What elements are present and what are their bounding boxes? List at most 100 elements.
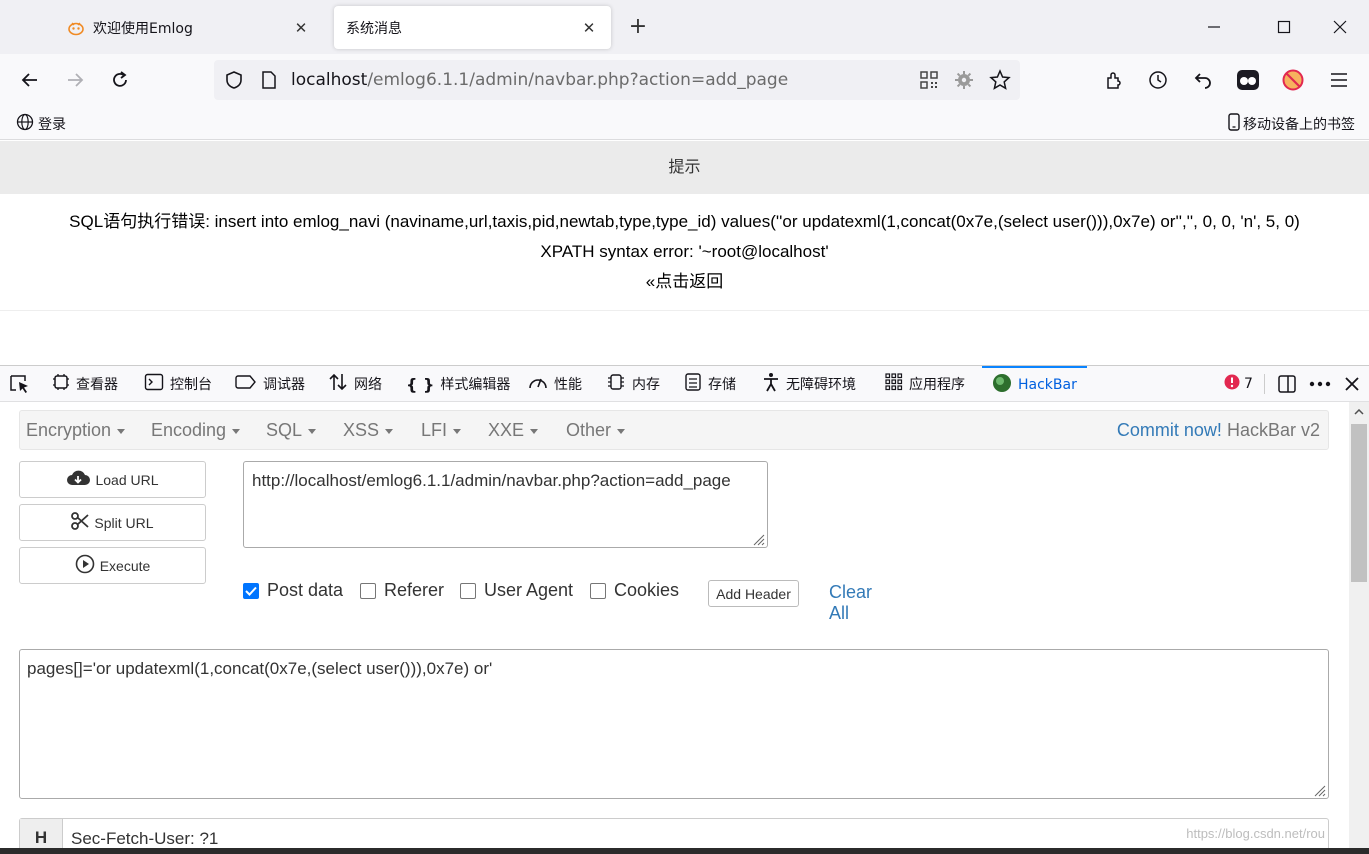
error-count: 7 xyxy=(1244,376,1253,392)
close-tab-icon[interactable]: ✕ xyxy=(291,19,311,37)
close-devtools-icon[interactable] xyxy=(1344,366,1360,402)
url-bar[interactable]: localhost/emlog6.1.1/admin/navbar.php?ac… xyxy=(214,60,1020,100)
tool-performance[interactable]: 性能 xyxy=(528,366,582,402)
user-agent-option[interactable]: User Agent xyxy=(460,580,573,601)
error-icon xyxy=(1224,374,1240,394)
menu-encryption[interactable]: Encryption xyxy=(26,420,126,441)
menu-xss[interactable]: XSS xyxy=(343,420,394,441)
tool-label: 内存 xyxy=(632,377,660,393)
caret-down-icon xyxy=(385,428,394,434)
forward-arrow-icon[interactable] xyxy=(59,65,91,95)
scrollbar-thumb[interactable] xyxy=(1351,424,1367,582)
resize-grip-icon[interactable] xyxy=(751,531,765,546)
tool-label: 性能 xyxy=(554,377,582,393)
menu-label: Encoding xyxy=(151,420,227,440)
maximize-icon[interactable] xyxy=(1264,12,1304,42)
sql-error-line: SQL语句执行错误: insert into emlog_navi (navin… xyxy=(69,212,1300,231)
tool-label: 调试器 xyxy=(263,377,305,393)
option-label: Referer xyxy=(384,580,445,600)
tool-hackbar[interactable]: HackBar xyxy=(982,366,1087,402)
cookies-checkbox[interactable] xyxy=(590,582,606,599)
tool-debugger[interactable]: 调试器 xyxy=(235,366,305,402)
commit-notice: Commit now! HackBar v2 xyxy=(1117,420,1320,441)
history-clock-icon[interactable] xyxy=(1142,65,1174,95)
inspector-icon xyxy=(52,373,70,395)
application-icon xyxy=(885,373,903,395)
blocked-extension-icon[interactable] xyxy=(1277,65,1309,95)
bookmark-login[interactable]: 登录 xyxy=(16,113,66,135)
url-textarea[interactable]: http://localhost/emlog6.1.1/admin/navbar… xyxy=(243,461,768,548)
menu-xxe[interactable]: XXE xyxy=(488,420,539,441)
commit-link[interactable]: Commit now! xyxy=(1117,420,1222,440)
close-window-icon[interactable] xyxy=(1320,12,1360,42)
tool-console[interactable]: 控制台 xyxy=(144,366,212,402)
post-data-option[interactable]: Post data xyxy=(243,580,343,601)
execute-button[interactable]: Execute xyxy=(19,547,206,584)
reload-icon[interactable] xyxy=(104,65,136,95)
referer-checkbox[interactable] xyxy=(360,582,376,599)
referer-option[interactable]: Referer xyxy=(360,580,444,601)
tool-network[interactable]: 网络 xyxy=(328,366,382,402)
extension-glasses-icon[interactable] xyxy=(1232,65,1264,95)
extensions-icon[interactable] xyxy=(1098,65,1130,95)
pick-element-icon[interactable] xyxy=(9,366,31,402)
menu-encoding[interactable]: Encoding xyxy=(151,420,241,441)
toolbar-divider xyxy=(1264,366,1265,402)
tool-label: 控制台 xyxy=(170,377,212,393)
tab-system-message[interactable]: 系统消息 ✕ xyxy=(334,6,611,49)
page-icon[interactable] xyxy=(260,70,278,94)
minimize-icon[interactable] xyxy=(1194,12,1234,42)
post-data-value: pages[]='or updatexml(1,concat(0x7e,(sel… xyxy=(27,659,493,678)
caret-down-icon xyxy=(530,428,539,434)
mobile-bookmarks[interactable]: 移动设备上的书签 xyxy=(1228,113,1355,135)
load-url-button[interactable]: Load URL xyxy=(19,461,206,498)
back-link[interactable]: «点击返回 xyxy=(0,267,1369,297)
error-count-badge[interactable]: 7 xyxy=(1224,366,1253,402)
mobile-device-icon xyxy=(1228,113,1240,135)
header-value[interactable]: Sec-Fetch-User: ?1 xyxy=(71,829,218,849)
undo-arrow-icon[interactable] xyxy=(1187,65,1219,95)
dock-side-icon[interactable] xyxy=(1277,366,1297,402)
commit-suffix: HackBar v2 xyxy=(1226,420,1320,440)
shield-icon[interactable] xyxy=(224,70,244,94)
qr-code-icon[interactable] xyxy=(919,70,939,94)
devtools-toolbar: 查看器 控制台 调试器 网络 { } 样式编辑器 性能 内存 存储 无障碍环境 … xyxy=(0,366,1369,402)
tool-application[interactable]: 应用程序 xyxy=(885,366,965,402)
tab-title: 系统消息 xyxy=(346,20,402,37)
tool-memory[interactable]: 内存 xyxy=(606,366,660,402)
back-arrow-icon[interactable] xyxy=(14,65,46,95)
clear-all-link[interactable]: Clear All xyxy=(829,582,872,624)
option-label: Cookies xyxy=(614,580,680,600)
tool-style-editor[interactable]: { } 样式编辑器 xyxy=(406,366,510,402)
post-data-textarea[interactable]: pages[]='or updatexml(1,concat(0x7e,(sel… xyxy=(19,649,1329,799)
menu-hamburger-icon[interactable] xyxy=(1323,65,1355,95)
new-tab-icon[interactable]: + xyxy=(624,14,652,42)
url-host: localhost xyxy=(291,70,368,90)
split-url-button[interactable]: Split URL xyxy=(19,504,206,541)
menu-label: Encryption xyxy=(26,420,112,440)
post-data-checkbox[interactable] xyxy=(243,582,259,599)
vertical-scrollbar[interactable] xyxy=(1349,402,1369,854)
bookmark-star-icon[interactable] xyxy=(989,69,1011,95)
more-options-icon[interactable] xyxy=(1309,366,1331,402)
user-agent-checkbox[interactable] xyxy=(460,582,476,599)
scroll-up-icon[interactable] xyxy=(1349,402,1369,422)
gear-icon[interactable] xyxy=(954,70,974,94)
tab-emlog[interactable]: 欢迎使用Emlog ✕ xyxy=(55,6,323,49)
menu-lfi[interactable]: LFI xyxy=(421,420,462,441)
xpath-error-line: XPATH syntax error: '~root@localhost' xyxy=(540,242,829,261)
close-tab-icon[interactable]: ✕ xyxy=(579,19,599,37)
button-label: Load URL xyxy=(95,471,159,488)
tool-storage[interactable]: 存储 xyxy=(684,366,736,402)
add-header-button[interactable]: Add Header xyxy=(708,580,799,607)
accessibility-icon xyxy=(762,372,780,396)
tool-label: 查看器 xyxy=(76,377,118,393)
menu-other[interactable]: Other xyxy=(566,420,626,441)
tool-inspector[interactable]: 查看器 xyxy=(52,366,118,402)
tool-accessibility[interactable]: 无障碍环境 xyxy=(762,366,856,402)
resize-grip-icon[interactable] xyxy=(1312,782,1326,797)
network-icon xyxy=(328,372,348,396)
menu-sql[interactable]: SQL xyxy=(266,420,317,441)
cookies-option[interactable]: Cookies xyxy=(590,580,679,601)
url-text[interactable]: localhost/emlog6.1.1/admin/navbar.php?ac… xyxy=(291,70,788,90)
